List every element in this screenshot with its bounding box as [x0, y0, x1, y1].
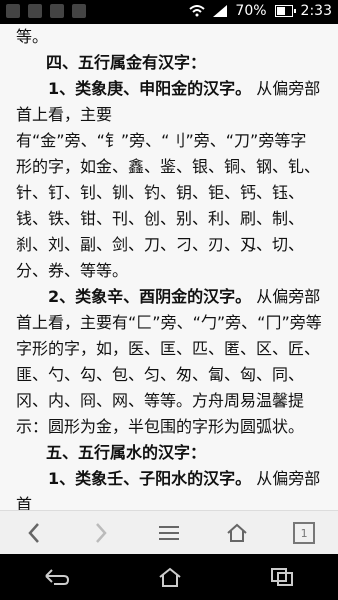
paragraph-heading: 1、类象庚、申阳金的汉字。: [48, 79, 252, 98]
article-paragraph: 2、类象辛、酉阴金的汉字。 从偏旁部首上看，主要有“匚”旁、“勹”旁、“冂”旁等…: [0, 284, 338, 440]
browser-toolbar: 1: [0, 510, 338, 555]
notification-icon: [50, 4, 64, 18]
paragraph-text: 从偏旁部首上看，主要有“匚”旁、“勹”旁、“冂”旁等字形的字，如，医、匡、匹、匿…: [16, 287, 322, 436]
battery-icon: [274, 5, 296, 17]
notification-icon: [72, 4, 86, 18]
system-home-button[interactable]: [157, 566, 183, 588]
article-content: 等。 四、五行属金有汉字： 1、类象庚、申阳金的汉字。 从偏旁部首上看，主要有“…: [0, 24, 338, 510]
notification-icon: [6, 4, 20, 18]
wifi-icon: [189, 5, 206, 17]
status-right: 70% 2:33: [189, 3, 332, 19]
status-left-icons: [6, 4, 86, 18]
menu-icon: [158, 525, 179, 541]
article-paragraph: 1、类象壬、子阳水的汉字。 从偏旁部首: [0, 466, 338, 510]
article-paragraph: 1、类象庚、申阳金的汉字。 从偏旁部首上看，主要有“金”旁、“钅”旁、“刂”旁、…: [0, 76, 338, 284]
section-heading: 四、五行属金有汉字：: [46, 53, 207, 72]
clock-time: 2:33: [300, 3, 332, 19]
paragraph-text: 从偏旁部首上看，主要有“金”旁、“钅”旁、“刂”旁、“刀”旁等字形的字，如金、鑫…: [16, 79, 321, 280]
home-icon: [157, 566, 183, 588]
chevron-right-icon: [94, 522, 108, 544]
article-line: 等。: [16, 27, 49, 46]
chevron-left-icon: [27, 522, 41, 544]
paragraph-heading: 2、类象辛、酉阴金的汉字。: [48, 287, 252, 306]
system-back-button[interactable]: [44, 568, 70, 586]
tabs-button[interactable]: 1: [284, 517, 324, 549]
tabs-count: 1: [293, 522, 316, 544]
back-arrow-icon: [44, 568, 70, 586]
battery-percent: 70%: [235, 3, 267, 19]
home-icon: [226, 523, 248, 543]
status-bar: 70% 2:33: [0, 0, 338, 24]
system-recents-button[interactable]: [270, 567, 294, 587]
back-button[interactable]: [14, 517, 54, 549]
menu-button[interactable]: [149, 517, 189, 549]
system-nav-bar: [0, 554, 338, 600]
home-button[interactable]: [217, 517, 257, 549]
recents-icon: [270, 567, 294, 587]
paragraph-heading: 1、类象壬、子阳水的汉字。: [48, 469, 252, 488]
section-heading: 五、五行属水的汉字：: [46, 443, 207, 462]
notification-icon: [28, 4, 42, 18]
signal-icon: [213, 5, 228, 17]
battery-level: [276, 7, 285, 15]
forward-button[interactable]: [81, 517, 121, 549]
